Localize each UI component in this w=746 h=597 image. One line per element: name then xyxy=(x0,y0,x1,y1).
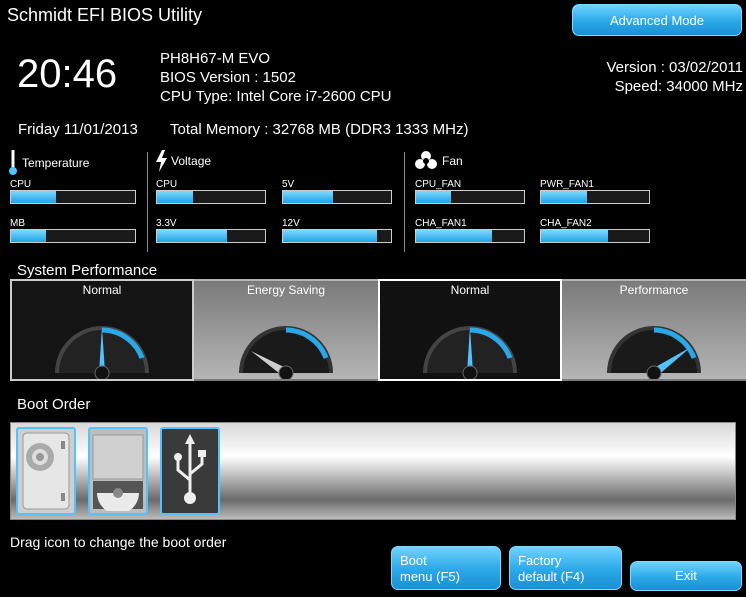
gauge-icon xyxy=(239,326,333,379)
fan-icon xyxy=(415,151,437,169)
boot-device-usb[interactable] xyxy=(160,427,220,515)
sensor-label: CHA_FAN1 xyxy=(415,218,467,229)
sensor-label: CHA_FAN2 xyxy=(540,218,592,229)
volt-cpu-bar xyxy=(156,190,266,204)
boot-device-hard-disk[interactable] xyxy=(16,427,76,515)
lightning-icon xyxy=(156,150,167,172)
app-title: Schmidt EFI BIOS Utility xyxy=(7,5,203,25)
cpu-type: CPU Type: Intel Core i7-2600 CPU xyxy=(160,88,392,105)
performance-panel: Normal Energy Saving Normal Performance xyxy=(10,279,746,381)
sensor-label: CPU_FAN xyxy=(415,179,462,190)
bar-fill xyxy=(11,230,46,242)
cpu-speed: Speed: 34000 MHz xyxy=(614,78,743,95)
temperature-title: Temperature xyxy=(22,156,90,170)
sensor-volt-3v3: 3.3V xyxy=(156,218,266,243)
sensor-volt-cpu: CPU xyxy=(156,179,266,204)
temp-mb-bar xyxy=(10,229,136,243)
sensor-volt-5v: 5V xyxy=(282,179,392,204)
usb-icon xyxy=(174,434,206,504)
factory-label-line2: default (F4) xyxy=(518,569,585,584)
voltage-title: Voltage xyxy=(171,154,212,168)
exit-button[interactable]: Exit xyxy=(630,561,742,591)
boot-order-title: Boot Order xyxy=(17,396,91,413)
sensor-label: 3.3V xyxy=(156,218,177,229)
pwr-fan1-bar xyxy=(540,190,650,204)
fan-header: Fan xyxy=(414,150,463,172)
boot-menu-button[interactable]: Boot menu (F5) xyxy=(391,546,501,590)
cha-fan1-bar xyxy=(415,229,525,243)
version-info: Version : 03/02/2011 Speed: 34000 MHz xyxy=(607,58,744,96)
bar-fill xyxy=(416,230,492,242)
system-performance-title: System Performance xyxy=(17,262,158,279)
boot-menu-label-line1: Boot xyxy=(400,553,427,568)
total-memory: Total Memory : 32768 MB (DDR3 1333 MHz) xyxy=(170,121,469,138)
cha-fan2-bar xyxy=(540,229,650,243)
bar-fill xyxy=(541,230,608,242)
volt-5v-bar xyxy=(282,190,392,204)
perf-mode-label: Normal xyxy=(450,283,490,297)
volt-12v-bar xyxy=(282,229,392,243)
bar-fill xyxy=(283,230,377,242)
sensor-label: 12V xyxy=(282,218,300,229)
perf-mode-energy-saving[interactable]: Energy Saving xyxy=(194,279,378,381)
sensor-cpu-fan: CPU_FAN xyxy=(415,179,525,204)
volt-3v3-bar xyxy=(156,229,266,243)
bar-fill xyxy=(416,191,451,203)
factory-label-line1: Factory xyxy=(518,553,562,568)
version-date: Version : 03/02/2011 xyxy=(606,59,744,76)
bar-fill xyxy=(283,191,333,203)
sensor-pwr-fan1: PWR_FAN1 xyxy=(540,179,650,204)
temp-cpu-bar xyxy=(10,190,136,204)
temperature-header: Temperature xyxy=(8,150,89,176)
boot-order-bar xyxy=(10,422,736,520)
boot-order-hint: Drag icon to change the boot order xyxy=(10,534,227,550)
sensor-cha-fan2: CHA_FAN2 xyxy=(540,218,650,243)
perf-mode-label: Energy Saving xyxy=(246,283,326,297)
hard-disk-icon xyxy=(22,432,70,510)
perf-mode-normal[interactable]: Normal xyxy=(10,279,194,381)
divider xyxy=(147,152,148,252)
model-info: PH8H67-M EVO BIOS Version : 1502 CPU Typ… xyxy=(160,49,392,106)
sensor-label: 5V xyxy=(282,179,295,190)
divider xyxy=(404,152,405,252)
perf-mode-label: Performance xyxy=(619,283,689,297)
sensor-temp-mb: MB xyxy=(10,218,136,243)
sensor-volt-12v: 12V xyxy=(282,218,392,243)
sensor-label: CPU xyxy=(10,179,32,190)
bar-fill xyxy=(157,230,228,242)
optical-drive-icon xyxy=(92,434,144,511)
boot-menu-label-line2: menu (F5) xyxy=(400,569,460,584)
bar-fill xyxy=(541,191,588,203)
cpu-fan-bar xyxy=(415,190,525,204)
fan-title: Fan xyxy=(442,154,463,168)
bar-fill xyxy=(157,191,193,203)
perf-mode-normal-selected[interactable]: Normal xyxy=(378,279,562,381)
clock: 20:46 xyxy=(17,52,118,96)
bios-version: BIOS Version : 1502 xyxy=(160,69,296,86)
thermometer-icon xyxy=(9,150,17,175)
bar-fill xyxy=(11,191,56,203)
sensor-label: PWR_FAN1 xyxy=(540,179,594,190)
gauge-icon xyxy=(423,326,517,379)
boot-device-optical-drive[interactable] xyxy=(88,427,148,515)
factory-default-button[interactable]: Factory default (F4) xyxy=(509,546,622,590)
model-name: PH8H67-M EVO xyxy=(160,50,271,67)
date: Friday 11/01/2013 xyxy=(18,121,138,138)
sensor-cha-fan1: CHA_FAN1 xyxy=(415,218,525,243)
perf-mode-performance[interactable]: Performance xyxy=(562,279,746,381)
gauge-icon xyxy=(55,326,149,379)
sensor-temp-cpu: CPU xyxy=(10,179,136,204)
advanced-mode-button[interactable]: Advanced Mode xyxy=(572,4,742,36)
voltage-header: Voltage xyxy=(156,150,211,172)
perf-mode-label: Normal xyxy=(82,283,122,297)
sensor-label: CPU xyxy=(156,179,178,190)
sensor-label: MB xyxy=(10,218,25,229)
gauge-icon xyxy=(607,326,701,379)
